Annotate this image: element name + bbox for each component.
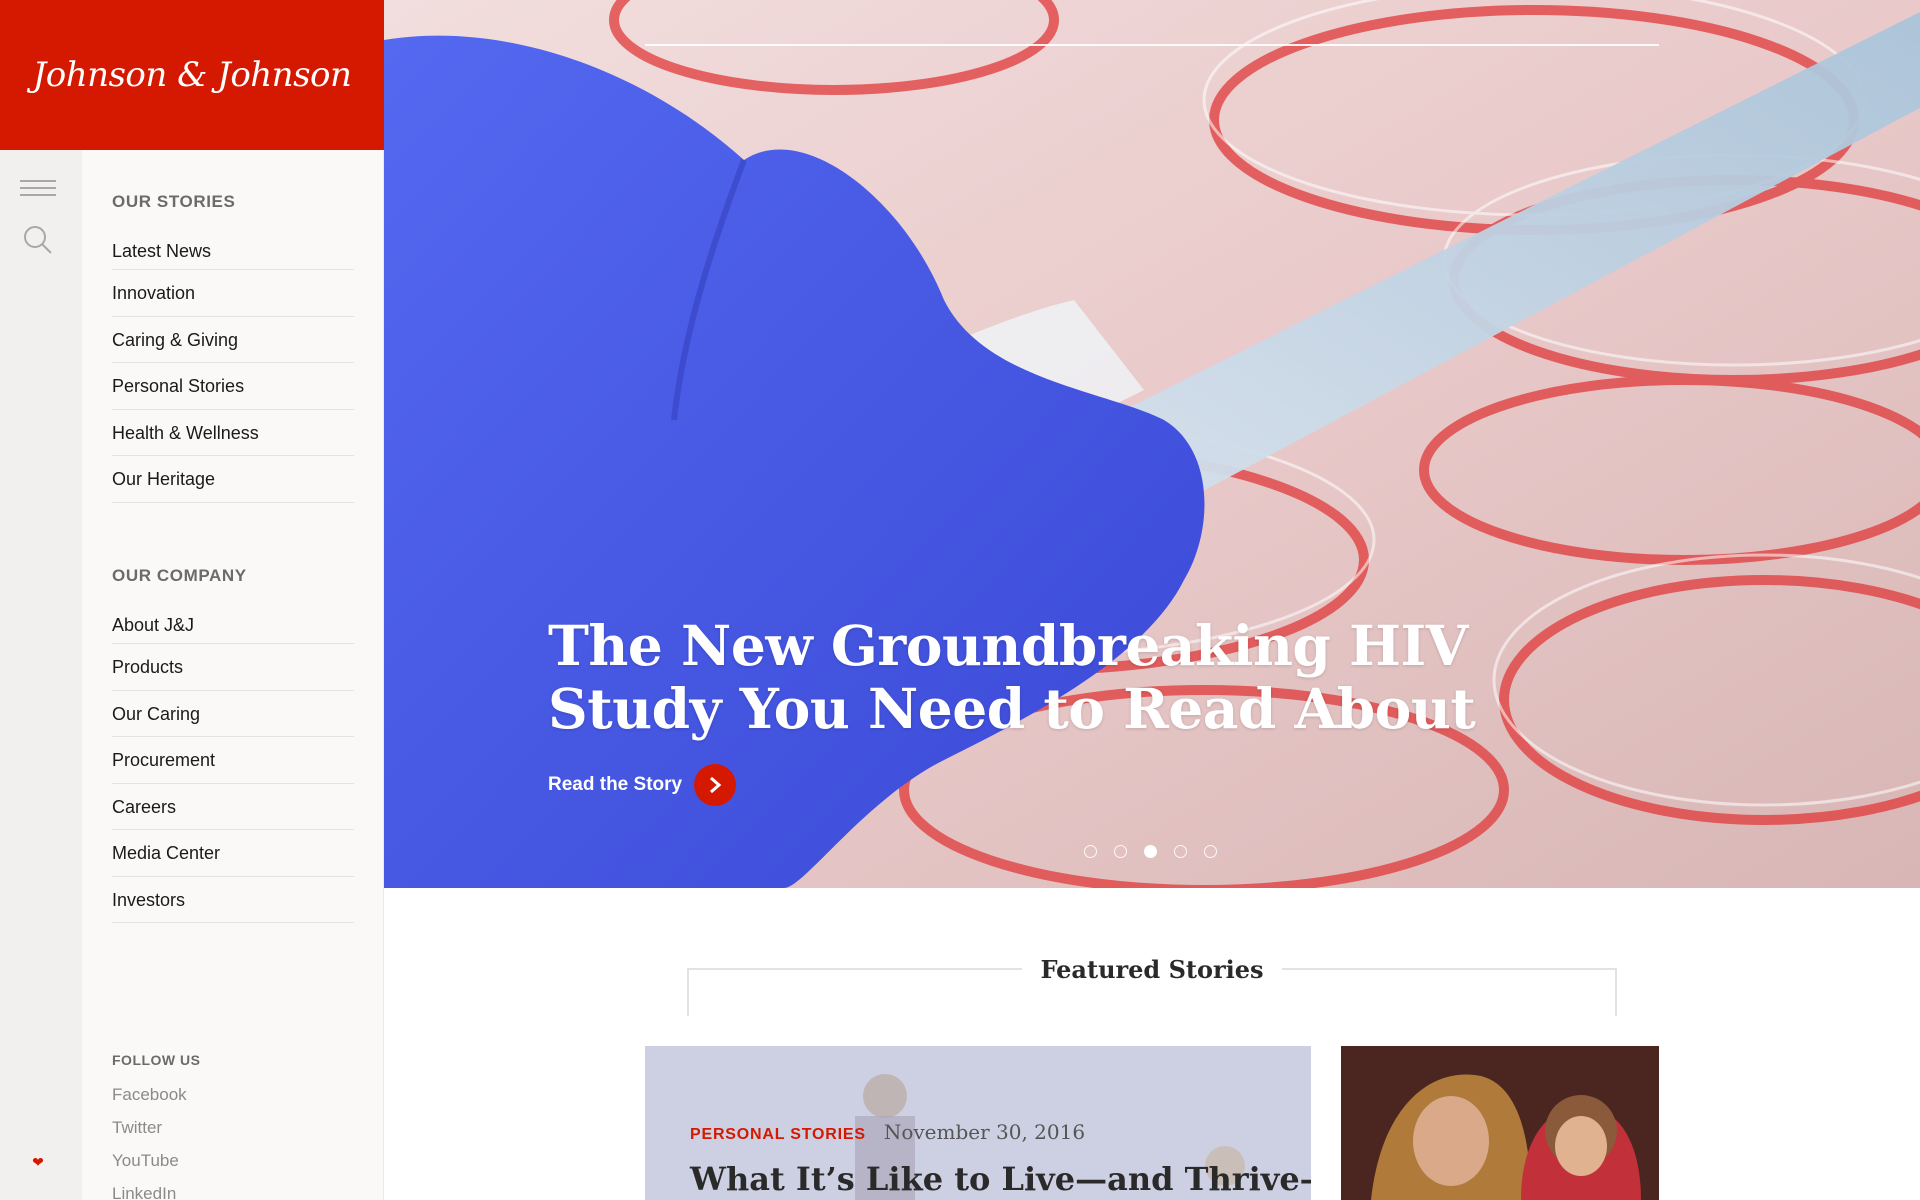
our-stories-section: OUR STORIES Latest News Innovation Carin…: [112, 192, 354, 503]
hero-title[interactable]: The New Groundbreaking HIV Study You Nee…: [548, 614, 1548, 740]
nav-item-caring-giving[interactable]: Caring & Giving: [112, 317, 354, 363]
chevron-right-icon[interactable]: [694, 764, 737, 806]
nav-item-innovation[interactable]: Innovation: [112, 270, 354, 317]
nav-item-health-wellness[interactable]: Health & Wellness: [112, 410, 354, 456]
story-category-tag[interactable]: PERSONAL STORIES: [690, 1126, 866, 1144]
nav-item-investors[interactable]: Investors: [112, 877, 354, 923]
nav-item-products[interactable]: Products: [112, 644, 354, 691]
story-date: November 30, 2016: [883, 1120, 1086, 1144]
hero-divider: [645, 44, 1659, 46]
nav-item-about-jj[interactable]: About J&J: [112, 606, 354, 644]
nav-item-latest-news[interactable]: Latest News: [112, 232, 354, 270]
our-stories-list: Latest News Innovation Caring & Giving P…: [112, 232, 354, 503]
featured-story-card[interactable]: PERSONAL STORIES November 30, 2016 What …: [645, 1046, 1311, 1200]
hero-carousel[interactable]: The New Groundbreaking HIV Study You Nee…: [384, 0, 1920, 888]
nav-item-our-caring[interactable]: Our Caring: [112, 691, 354, 737]
heart-icon: ❤: [32, 1154, 44, 1170]
social-link-youtube[interactable]: YouTube: [112, 1144, 354, 1177]
carousel-dot-5[interactable]: [1204, 845, 1217, 858]
carousel-dot-2[interactable]: [1114, 845, 1127, 858]
brand-logo[interactable]: Johnson & Johnson: [33, 55, 352, 95]
social-link-twitter[interactable]: Twitter: [112, 1111, 354, 1144]
read-story-label[interactable]: Read the Story: [548, 774, 682, 796]
menu-icon[interactable]: [20, 180, 56, 200]
social-link-facebook[interactable]: Facebook: [112, 1078, 354, 1111]
secondary-story-card[interactable]: [1341, 1046, 1659, 1200]
hero-image: [384, 0, 1920, 888]
carousel-dot-1[interactable]: [1084, 845, 1097, 858]
nav-item-media-center[interactable]: Media Center: [112, 830, 354, 877]
icon-rail: ❤: [0, 150, 82, 1200]
sidebar-nav: OUR STORIES Latest News Innovation Carin…: [82, 150, 384, 1200]
our-company-list: About J&J Products Our Caring Procuremen…: [112, 606, 354, 923]
our-stories-heading: OUR STORIES: [112, 192, 236, 211]
nav-item-careers[interactable]: Careers: [112, 784, 354, 830]
nav-item-procurement[interactable]: Procurement: [112, 737, 354, 784]
social-link-linkedin[interactable]: LinkedIn: [112, 1177, 354, 1200]
read-story-button[interactable]: Read the Story: [548, 764, 737, 806]
our-company-heading: OUR COMPANY: [112, 566, 247, 585]
our-company-section: OUR COMPANY About J&J Products Our Carin…: [112, 566, 354, 923]
featured-heading-wrap: Featured Stories: [1022, 952, 1282, 986]
nav-item-our-heritage[interactable]: Our Heritage: [112, 456, 354, 503]
carousel-dots: [1084, 845, 1234, 858]
carousel-dot-3[interactable]: [1144, 845, 1157, 858]
story-meta: PERSONAL STORIES November 30, 2016: [690, 1120, 1085, 1144]
secondary-story-image: [1341, 1046, 1659, 1200]
search-icon[interactable]: [22, 224, 54, 256]
story-title[interactable]: What It’s Like to Live—and Thrive—: [690, 1160, 1311, 1198]
page: Johnson & Johnson ❤ OUR STORIES Latest N…: [0, 0, 1920, 1200]
follow-us-section: FOLLOW US Facebook Twitter YouTube Linke…: [112, 1052, 354, 1200]
follow-us-heading: FOLLOW US: [112, 1052, 201, 1068]
nav-item-personal-stories[interactable]: Personal Stories: [112, 363, 354, 410]
featured-stories-heading: Featured Stories: [1040, 954, 1264, 984]
brand-header[interactable]: Johnson & Johnson: [0, 0, 384, 150]
social-links: Facebook Twitter YouTube LinkedIn: [112, 1078, 354, 1200]
carousel-dot-4[interactable]: [1174, 845, 1187, 858]
